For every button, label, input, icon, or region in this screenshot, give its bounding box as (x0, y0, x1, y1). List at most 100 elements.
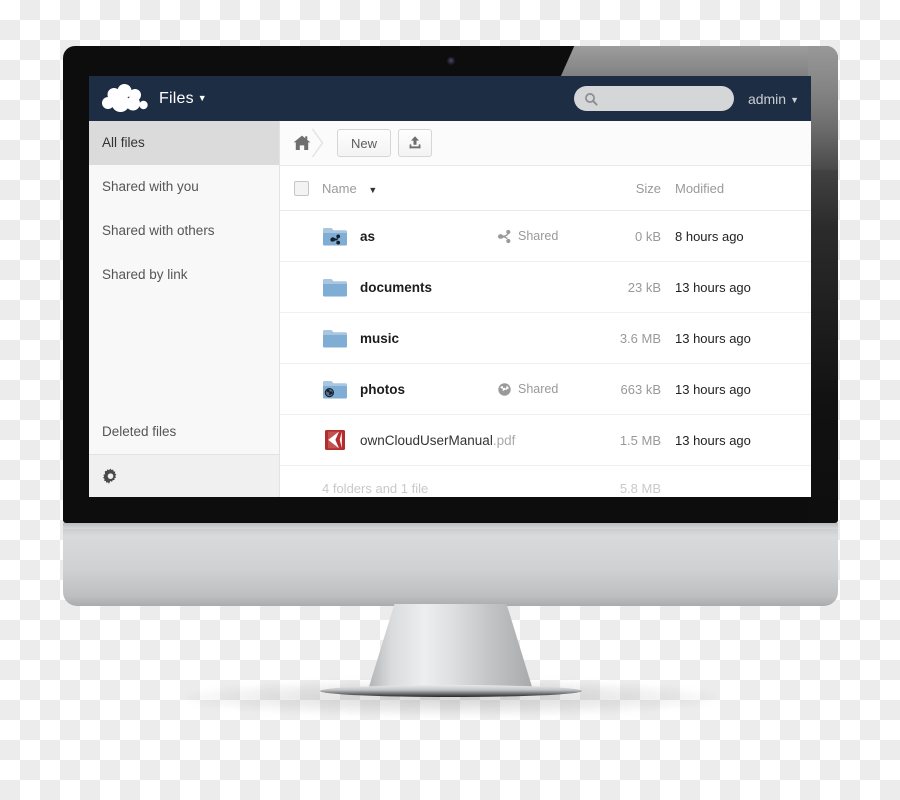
sidebar-item-label: Deleted files (102, 424, 177, 439)
sidebar-item-all-files[interactable]: All files (89, 121, 279, 165)
controls-bar: New (280, 121, 811, 166)
row-name-cell[interactable]: music (322, 312, 497, 364)
row-modified-cell: 13 hours ago (661, 363, 811, 415)
search-box[interactable] (573, 86, 734, 111)
folder-public-icon (323, 381, 347, 399)
screen: Files ▼ admin ▼ All files Shared with yo… (89, 76, 811, 497)
file-name: documents (360, 279, 433, 295)
file-size: 23 kB (627, 279, 661, 295)
sidebar-footer (89, 454, 279, 497)
summary-count: 4 folders and 1 file (322, 480, 429, 496)
user-menu[interactable]: admin ▼ (748, 91, 799, 107)
breadcrumb[interactable] (292, 128, 337, 158)
share-header (497, 166, 589, 211)
upload-button[interactable] (398, 129, 433, 157)
sort-descending-icon: ▼ (368, 184, 378, 195)
size-header[interactable]: Size (589, 166, 661, 211)
row-share-cell[interactable]: Shared (497, 210, 589, 262)
header-right-group: admin ▼ (573, 86, 811, 111)
file-modified: 13 hours ago (675, 330, 751, 346)
row-size-cell: 23 kB (589, 261, 661, 313)
summary-select-cell (280, 465, 322, 497)
app-body: All files Shared with you Shared with ot… (89, 121, 811, 497)
gear-icon[interactable] (102, 467, 119, 485)
row-select-cell (280, 363, 322, 415)
file-modified: 13 hours ago (675, 432, 751, 448)
bezel-glare-right (808, 46, 838, 523)
webcam-icon (446, 57, 455, 65)
modified-header-label: Modified (675, 180, 725, 196)
row-name-cell[interactable]: as (322, 210, 497, 262)
sidebar-item-label: Shared by link (102, 267, 188, 282)
summary-total-size: 5.8 MB (619, 480, 661, 496)
file-modified: 13 hours ago (675, 381, 751, 397)
file-name: as (360, 228, 376, 244)
folder-icon (323, 330, 347, 348)
row-modified-cell: 13 hours ago (661, 414, 811, 466)
summary-size-cell: 5.8 MB (589, 465, 661, 497)
app-title[interactable]: Files ▼ (159, 90, 207, 108)
share-network-icon (498, 229, 511, 243)
modified-header[interactable]: Modified (661, 166, 811, 211)
summary-share-cell (497, 465, 589, 497)
row-name-cell[interactable]: documents (322, 261, 497, 313)
name-header[interactable]: Name ▼ (322, 166, 497, 211)
row-share-cell (497, 312, 589, 364)
pdf-file-icon (325, 430, 345, 450)
table-row[interactable]: music 3.6 MB 13 hours ago (280, 312, 811, 364)
monitor-stand-base (320, 685, 582, 697)
folder-shared-icon (323, 228, 347, 246)
sidebar-item-shared-with-others[interactable]: Shared with others (89, 209, 279, 253)
table-header-row: Name ▼ Size Modified (280, 166, 811, 211)
select-all-header (280, 166, 322, 211)
sidebar: All files Shared with you Shared with ot… (89, 121, 280, 497)
owncloud-cloud-logo[interactable] (101, 83, 153, 114)
row-share-cell[interactable]: Shared (497, 363, 589, 415)
monitor-bezel: Files ▼ admin ▼ All files Shared with yo… (63, 46, 838, 523)
row-modified-cell: 13 hours ago (661, 312, 811, 364)
row-name-cell[interactable]: ownCloudUserManual.pdf (322, 414, 515, 466)
search-input[interactable] (602, 90, 724, 107)
file-table: Name ▼ Size Modified as Shared 0 kB 8 ho… (280, 166, 811, 497)
user-menu-label: admin (747, 90, 787, 107)
file-extension: .pdf (492, 432, 516, 448)
file-size: 0 kB (634, 228, 661, 244)
select-all-checkbox[interactable] (293, 181, 309, 197)
table-row[interactable]: documents 23 kB 13 hours ago (280, 261, 811, 313)
sidebar-item-shared-by-link[interactable]: Shared by link (89, 253, 279, 297)
file-size: 663 kB (620, 381, 661, 397)
app-title-label: Files (159, 89, 194, 107)
row-size-cell: 663 kB (589, 363, 661, 415)
breadcrumb-chevron-icon (312, 128, 324, 158)
file-modified: 8 hours ago (675, 228, 744, 244)
row-select-cell (280, 210, 322, 262)
file-name: music (360, 330, 400, 346)
home-icon[interactable] (292, 133, 312, 153)
size-header-label: Size (635, 180, 661, 196)
sidebar-item-label: Shared with you (102, 179, 199, 194)
content-area: New Name ▼ Size Modified as Shared 0 kB … (280, 121, 811, 497)
row-modified-cell: 13 hours ago (661, 261, 811, 313)
imac-monitor: Files ▼ admin ▼ All files Shared with yo… (63, 46, 838, 606)
name-header-label: Name (322, 180, 357, 196)
monitor-chin (63, 523, 838, 606)
row-name-cell[interactable]: photos (322, 363, 497, 415)
chevron-down-icon: ▼ (197, 93, 207, 104)
file-table-body: as Shared 0 kB 8 hours ago documents 23 … (280, 210, 811, 497)
table-row[interactable]: ownCloudUserManual.pdf 1.5 MB 13 hours a… (280, 414, 811, 466)
file-name: photos (360, 381, 405, 397)
file-size: 3.6 MB (619, 330, 661, 346)
row-share-cell (497, 261, 589, 313)
sidebar-item-shared-with-you[interactable]: Shared with you (89, 165, 279, 209)
table-row[interactable]: photos Shared 663 kB 13 hours ago (280, 363, 811, 415)
file-modified: 13 hours ago (675, 279, 751, 295)
upload-icon (409, 136, 421, 149)
folder-icon (323, 279, 347, 297)
sidebar-item-deleted-files[interactable]: Deleted files (89, 410, 279, 454)
new-button-label: New (351, 135, 378, 151)
row-size-cell: 3.6 MB (589, 312, 661, 364)
new-button[interactable]: New (337, 129, 392, 157)
table-row[interactable]: as Shared 0 kB 8 hours ago (280, 210, 811, 262)
share-label: Shared (518, 382, 559, 396)
